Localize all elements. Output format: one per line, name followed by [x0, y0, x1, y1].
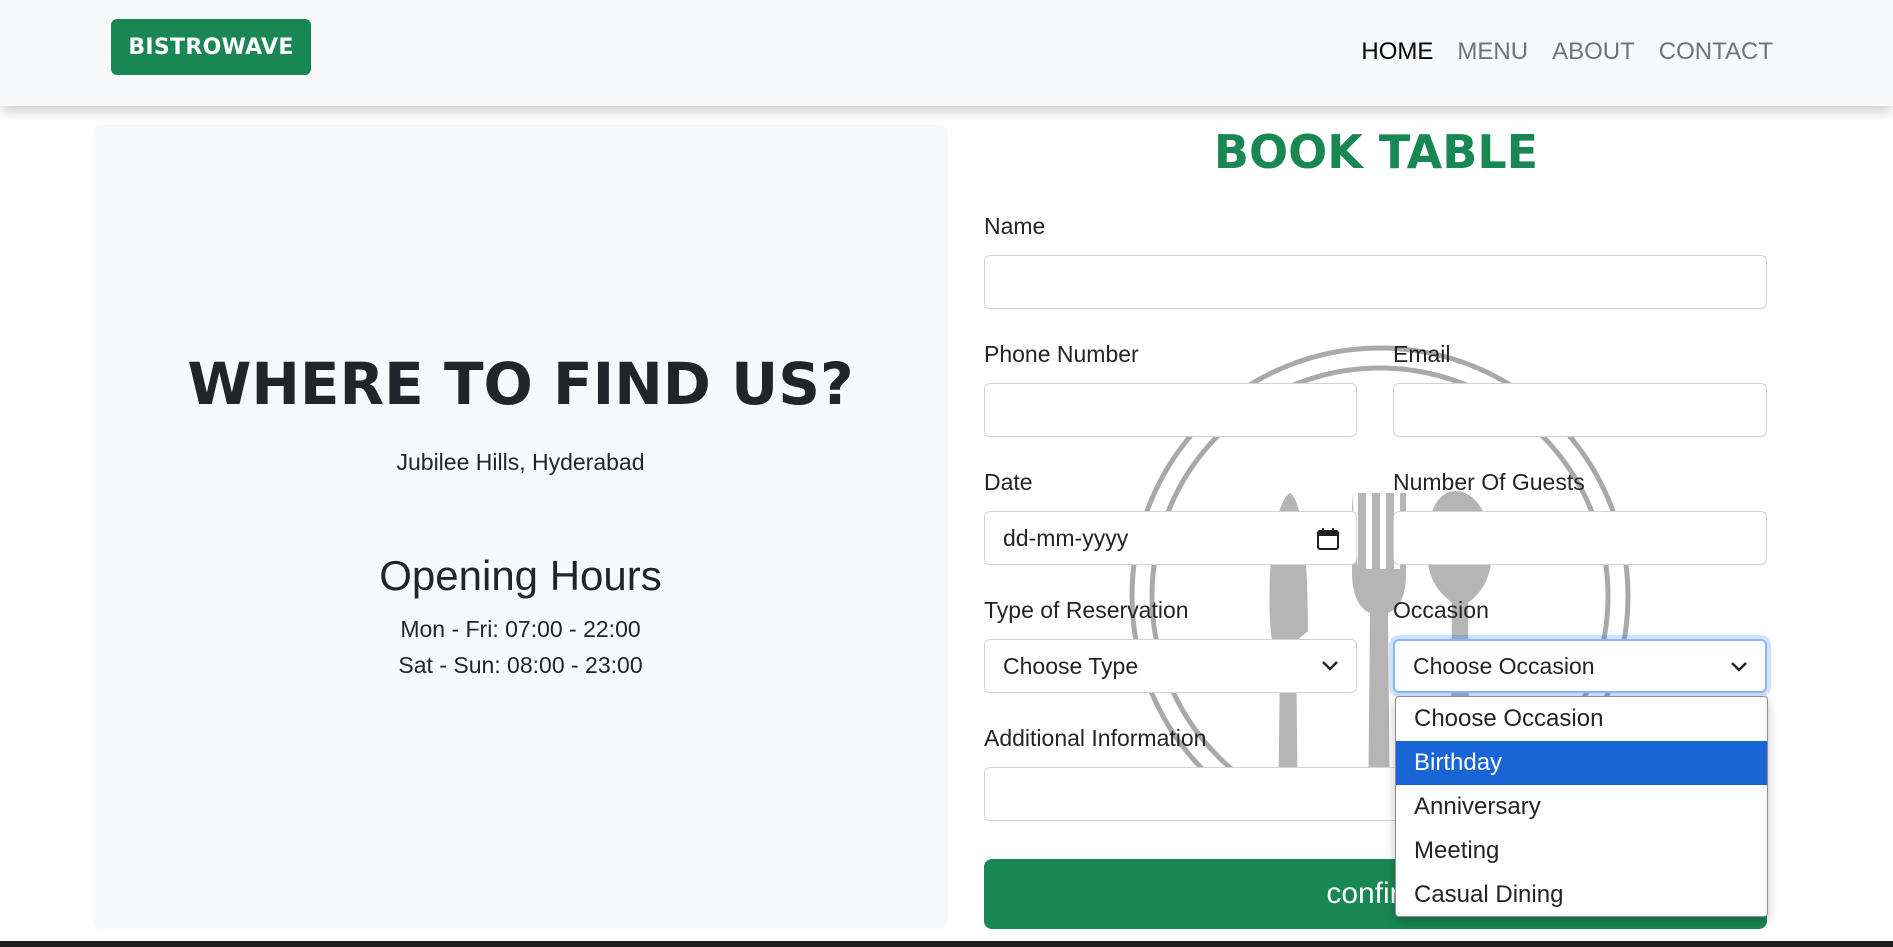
occasion-option-highlighted[interactable]: Birthday [1396, 741, 1767, 785]
date-input[interactable]: dd-mm-yyyy [984, 511, 1357, 565]
phone-label: Phone Number [984, 341, 1139, 367]
nav-links: HOME MENU ABOUT CONTACT [1361, 38, 1773, 66]
name-input[interactable] [984, 255, 1767, 309]
reservation-type-select[interactable]: Choose Type [984, 639, 1357, 693]
email-input[interactable] [1393, 383, 1767, 437]
address-text: Jubilee Hills, Hyderabad [396, 449, 645, 475]
hours-weekend: Sat - Sun: 08:00 - 23:00 [398, 652, 643, 678]
calendar-icon[interactable] [1316, 527, 1340, 551]
bottom-edge-bar [0, 941, 1893, 947]
phone-input[interactable] [984, 383, 1357, 437]
occasion-value: Choose Occasion [1413, 652, 1595, 679]
book-table-title: BOOK TABLE [1213, 125, 1539, 179]
navbar: BISTROWAVE HOME MENU ABOUT CONTACT [0, 0, 1893, 106]
reservation-type-label: Type of Reservation [984, 597, 1189, 623]
occasion-option[interactable]: Casual Dining [1396, 873, 1767, 916]
chevron-down-icon [1731, 662, 1747, 672]
nav-link-about[interactable]: ABOUT [1552, 38, 1635, 66]
occasion-option[interactable]: Choose Occasion [1396, 697, 1767, 741]
nav-link-contact[interactable]: CONTACT [1659, 38, 1773, 66]
occasion-option[interactable]: Anniversary [1396, 785, 1767, 829]
email-label: Email [1393, 341, 1451, 367]
guests-input[interactable] [1393, 511, 1767, 565]
occasion-label: Occasion [1393, 597, 1489, 623]
opening-hours-title: Opening Hours [379, 552, 662, 599]
date-label: Date [984, 469, 1033, 495]
hours-weekday: Mon - Fri: 07:00 - 22:00 [400, 616, 641, 642]
additional-info-label: Additional Information [984, 725, 1207, 751]
date-placeholder: dd-mm-yyyy [1003, 524, 1129, 551]
occasion-select[interactable]: Choose Occasion [1393, 639, 1767, 693]
occasion-dropdown-list: Choose Occasion Birthday Anniversary Mee… [1395, 696, 1768, 917]
occasion-option[interactable]: Meeting [1396, 829, 1767, 873]
nav-link-home[interactable]: HOME [1361, 38, 1433, 66]
guests-label: Number Of Guests [1393, 469, 1585, 495]
brand-logo[interactable]: BISTROWAVE [111, 19, 311, 75]
reservation-type-value: Choose Type [1003, 652, 1139, 679]
chevron-down-icon [1322, 661, 1338, 671]
find-us-title: WHERE TO FIND US? [187, 350, 854, 418]
name-label: Name [984, 213, 1046, 239]
location-panel: WHERE TO FIND US? Jubilee Hills, Hyderab… [93, 125, 948, 929]
nav-link-menu[interactable]: MENU [1457, 38, 1528, 66]
